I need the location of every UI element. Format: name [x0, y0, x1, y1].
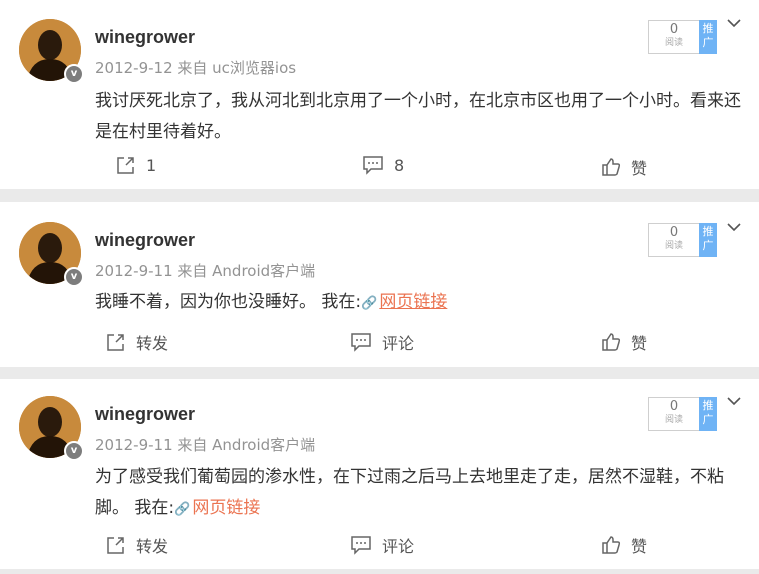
repost-icon [106, 332, 126, 352]
like-icon [601, 332, 621, 352]
chevron-down-icon[interactable] [725, 392, 743, 414]
post-card: v winegrower 2012-9-12 来自 uc浏览器ios 我讨厌死北… [0, 0, 759, 189]
chevron-down-icon[interactable] [725, 14, 743, 36]
repost-button[interactable]: 转发 [106, 330, 168, 354]
repost-label: 转发 [136, 537, 169, 556]
read-count-box: 0 阅读 [648, 397, 699, 431]
promote-button[interactable]: 推广 [699, 223, 717, 257]
post-content: 我睡不着，因为你也没睡好。 我在:🔗 网页链接 [95, 292, 448, 312]
like-button[interactable]: 赞 [601, 155, 647, 179]
repost-icon [116, 155, 136, 175]
repost-icon [106, 535, 126, 555]
post-card: v winegrower 2012-9-11 来自 Android客户端 为了感… [0, 379, 759, 569]
link-icon: 🔗 [174, 502, 191, 517]
username[interactable]: winegrower [95, 230, 195, 251]
like-label: 赞 [631, 159, 648, 178]
read-count-box: 0 阅读 [648, 20, 699, 54]
read-count: 0 [669, 22, 679, 37]
repost-button[interactable]: 1 [116, 155, 156, 175]
post-meta: 2012-9-11 来自 Android客户端 [95, 262, 316, 280]
post-content: 为了感受我们葡萄园的渗水性，在下过雨之后马上去地里走了走，居然不湿鞋，不粘脚。 … [95, 467, 724, 518]
read-count-box: 0 阅读 [648, 223, 699, 257]
post-content: 我讨厌死北京了，我从河北到北京用了一个小时，在北京市区也用了一个小时。看来还是在… [95, 91, 741, 142]
read-label: 阅读 [664, 415, 683, 425]
like-label: 赞 [631, 334, 648, 353]
comment-label: 评论 [382, 334, 415, 353]
username[interactable]: winegrower [95, 27, 195, 48]
comment-icon [350, 535, 372, 555]
like-label: 赞 [631, 537, 648, 556]
like-icon [601, 157, 621, 177]
verified-badge: v [64, 267, 84, 287]
like-button[interactable]: 赞 [601, 330, 647, 354]
comment-label: 评论 [382, 537, 415, 556]
web-link[interactable]: 🔗 网页链接 [174, 498, 260, 518]
verified-badge: v [64, 441, 84, 461]
read-count: 0 [669, 399, 679, 414]
promote-button[interactable]: 推广 [699, 397, 717, 431]
post-card: v winegrower 2012-9-11 来自 Android客户端 我睡不… [0, 202, 759, 367]
comment-icon [362, 155, 384, 175]
read-count: 0 [669, 225, 679, 240]
promote-button[interactable]: 推广 [699, 20, 717, 54]
comment-icon [350, 332, 372, 352]
post-meta: 2012-9-11 来自 Android客户端 [95, 436, 316, 454]
comment-button[interactable]: 评论 [350, 330, 414, 354]
comment-button[interactable]: 8 [362, 155, 404, 175]
repost-button[interactable]: 转发 [106, 533, 168, 557]
link-icon: 🔗 [361, 296, 378, 311]
username[interactable]: winegrower [95, 404, 195, 425]
web-link[interactable]: 🔗 网页链接 [361, 292, 447, 312]
post-meta: 2012-9-12 来自 uc浏览器ios [95, 59, 297, 77]
read-label: 阅读 [664, 241, 683, 251]
comment-button[interactable]: 评论 [350, 533, 414, 557]
like-button[interactable]: 赞 [601, 533, 647, 557]
chevron-down-icon[interactable] [725, 218, 743, 240]
comment-count: 8 [394, 155, 405, 175]
verified-badge: v [64, 64, 84, 84]
repost-label: 转发 [136, 334, 169, 353]
read-label: 阅读 [664, 38, 683, 48]
like-icon [601, 535, 621, 555]
repost-count: 1 [146, 155, 157, 175]
